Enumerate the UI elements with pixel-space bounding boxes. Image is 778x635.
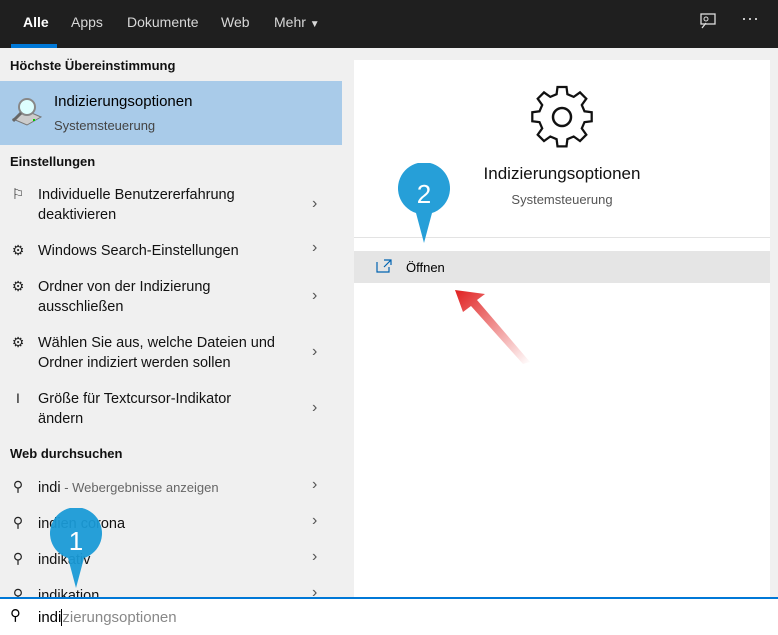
marker-pin-2: 2 [398,163,450,243]
tab-dokumente[interactable]: Dokumente [127,14,199,30]
web-header: Web durchsuchen [10,446,123,461]
settings-item[interactable]: ⚙ Windows Search-Einstellungen › [0,239,342,265]
chevron-right-icon: › [312,548,318,565]
marker-1-label: 1 [69,526,83,556]
chevron-right-icon: › [312,512,318,529]
settings-item[interactable]: I Größe für Textcursor-Indikator ändern › [0,387,342,433]
search-icon: ⚲ [12,514,24,530]
settings-item[interactable]: ⚙ Wählen Sie aus, welche Dateien und Ordn… [0,331,342,377]
chevron-right-icon: › [312,239,318,256]
marker-2-label: 2 [417,179,431,209]
marker-pin-1: 1 [50,508,102,588]
open-label: Öffnen [406,260,445,275]
gear-icon: ⚙ [11,334,25,350]
gear-icon: ⚙ [11,242,25,258]
more-options-icon[interactable]: ··· [741,8,759,29]
search-icon: ⚲ [12,550,24,566]
search-typed: indi [38,609,62,626]
settings-item[interactable]: ⚐ Individuelle Benutzererfahrung deaktivi… [0,183,342,229]
open-icon [376,259,392,273]
indexing-options-icon [11,98,43,126]
tab-mehr[interactable]: Mehr ▼ [274,14,320,30]
settings-item-line1: Wählen Sie aus, welche Dateien und [38,335,275,351]
red-arrow [455,290,530,364]
settings-item-line1: Größe für Textcursor-Indikator [38,391,232,407]
web-item[interactable]: ⚲ indi - Webergebnisse anzeigen › [0,476,342,502]
settings-item-line2: ausschließen [38,299,124,315]
chevron-right-icon: › [312,399,318,416]
best-match-item[interactable]: Indizierungsoptionen Systemsteuerung [0,81,342,145]
search-completion: zierungsoptionen [62,609,177,626]
settings-item-line2: ändern [38,411,84,427]
settings-header: Einstellungen [10,154,96,169]
search-bar[interactable]: ⚲ indizierungsoptionen [0,597,778,635]
tab-web[interactable]: Web [221,14,250,30]
chevron-right-icon: › [312,195,318,212]
settings-item-line1: Ordner von der Indizierung [38,279,211,295]
caret-down-icon: ▼ [309,19,320,30]
tab-apps[interactable]: Apps [71,14,103,30]
settings-item-line1: Individuelle Benutzererfahrung [38,187,235,203]
feedback-icon[interactable] [699,12,717,35]
web-item-text: indi [38,480,61,496]
chevron-right-icon: › [312,287,318,304]
search-icon: ⚲ [12,478,24,494]
chevron-right-icon: › [312,584,318,598]
tab-mehr-label: Mehr [274,14,306,30]
top-bar: Alle Apps Dokumente Web Mehr ▼ ··· [0,0,778,48]
web-item-hint: - Webergebnisse anzeigen [60,480,219,495]
chevron-right-icon: › [312,343,318,360]
settings-item-line2: Ordner indiziert werden sollen [38,355,231,371]
best-match-subtitle: Systemsteuerung [54,118,156,133]
best-match-header: Höchste Übereinstimmung [10,58,176,73]
feedback-icon: ⚐ [11,186,25,202]
open-button[interactable]: Öffnen [354,251,770,283]
preview-panel: Indizierungsoptionen Systemsteuerung Öff… [354,60,770,598]
settings-item[interactable]: ⚙ Ordner von der Indizierung ausschließen… [0,275,342,321]
best-match-title: Indizierungsoptionen [54,93,193,110]
settings-item-line2: deaktivieren [38,207,117,223]
tab-alle[interactable]: Alle [23,14,49,30]
search-input[interactable]: indizierungsoptionen [38,609,177,626]
gear-icon: ⚙ [11,278,25,294]
chevron-right-icon: › [312,476,318,493]
search-icon: ⚲ [10,607,21,624]
settings-item-line1: Windows Search-Einstellungen [38,243,239,259]
gear-icon [531,85,593,148]
text-cursor-icon: I [16,390,20,406]
